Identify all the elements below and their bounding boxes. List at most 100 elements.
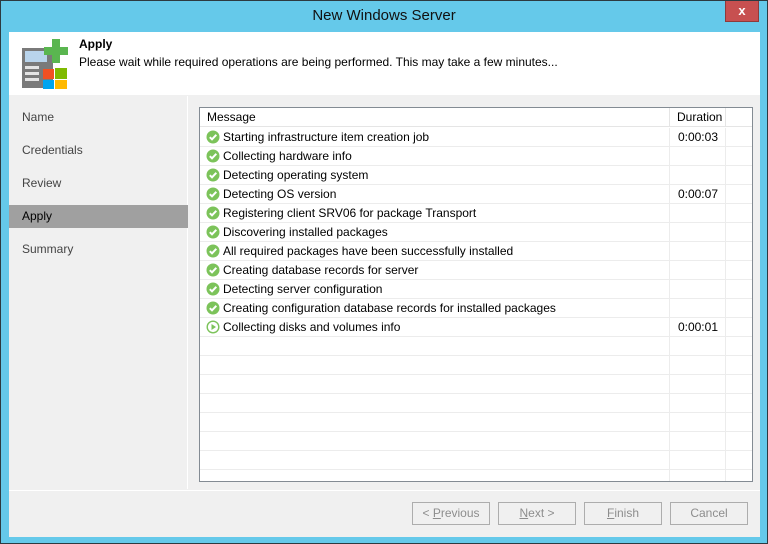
message-text: Creating configuration database records … <box>223 301 556 315</box>
duration-cell <box>670 280 726 298</box>
close-button[interactable]: x <box>725 1 759 22</box>
progress-log-table: Message Duration Starting infrastructure… <box>199 107 753 482</box>
cancel-button[interactable]: Cancel <box>670 502 748 525</box>
message-text: Collecting disks and volumes info <box>223 320 401 334</box>
message-cell: Creating configuration database records … <box>200 299 670 317</box>
duration-cell <box>670 413 726 431</box>
success-check-icon <box>206 206 220 220</box>
message-text: Detecting operating system <box>223 168 369 182</box>
message-text: Collecting hardware info <box>223 149 352 163</box>
footer-divider <box>9 490 760 491</box>
message-cell: Starting infrastructure item creation jo… <box>200 128 670 146</box>
step-header: Apply Please wait while required operati… <box>9 32 760 95</box>
column-header-duration[interactable]: Duration <box>670 108 726 127</box>
message-text: Detecting OS version <box>223 187 337 201</box>
table-row-empty <box>200 470 752 481</box>
duration-cell <box>670 337 726 355</box>
table-row[interactable]: Creating configuration database records … <box>200 299 752 318</box>
message-cell: Discovering installed packages <box>200 223 670 241</box>
duration-cell <box>670 242 726 260</box>
duration-cell <box>670 147 726 165</box>
duration-cell <box>670 299 726 317</box>
duration-cell <box>670 204 726 222</box>
message-text: Starting infrastructure item creation jo… <box>223 130 430 144</box>
duration-cell: 0:00:07 <box>670 185 726 203</box>
table-row[interactable]: Collecting hardware info <box>200 147 752 166</box>
message-cell <box>200 451 670 469</box>
message-text: All required packages have been successf… <box>223 244 514 258</box>
table-row-empty <box>200 451 752 470</box>
duration-cell <box>670 394 726 412</box>
wizard-steps-nav: Name Credentials Review Apply Summary <box>9 96 188 489</box>
next-button[interactable]: Next > <box>498 502 576 525</box>
duration-cell <box>670 375 726 393</box>
message-cell <box>200 432 670 450</box>
step-description: Please wait while required operations ar… <box>79 55 558 69</box>
message-cell: Collecting hardware info <box>200 147 670 165</box>
nav-item-review[interactable]: Review <box>9 172 188 195</box>
table-row-empty <box>200 356 752 375</box>
message-text: Registering client SRV06 for package Tra… <box>223 206 477 220</box>
table-header: Message Duration <box>200 108 752 127</box>
table-row[interactable]: All required packages have been successf… <box>200 242 752 261</box>
table-row-empty <box>200 413 752 432</box>
table-row-empty <box>200 432 752 451</box>
message-cell <box>200 337 670 355</box>
previous-button[interactable]: < Previous <box>412 502 490 525</box>
message-cell: Creating database records for server <box>200 261 670 279</box>
message-text: Creating database records for server <box>223 263 419 277</box>
nav-item-summary[interactable]: Summary <box>9 238 188 261</box>
new-windows-server-icon <box>22 39 68 89</box>
message-cell: Detecting operating system <box>200 166 670 184</box>
previous-label: revious <box>440 506 480 520</box>
message-cell <box>200 356 670 374</box>
success-check-icon <box>206 187 220 201</box>
title-bar[interactable]: New Windows Server x <box>1 1 767 32</box>
message-text: Discovering installed packages <box>223 225 388 239</box>
success-check-icon <box>206 225 220 239</box>
message-cell <box>200 394 670 412</box>
nav-item-name[interactable]: Name <box>9 106 188 129</box>
previous-mnemonic: P <box>432 506 441 520</box>
step-title: Apply <box>79 37 113 51</box>
duration-cell: 0:00:01 <box>670 318 726 336</box>
duration-cell <box>670 451 726 469</box>
table-row-empty <box>200 394 752 413</box>
duration-cell <box>670 470 726 481</box>
duration-cell <box>670 432 726 450</box>
wizard-body: Apply Please wait while required operati… <box>9 32 760 537</box>
success-check-icon <box>206 301 220 315</box>
success-check-icon <box>206 244 220 258</box>
message-cell: Registering client SRV06 for package Tra… <box>200 204 670 222</box>
message-cell: All required packages have been successf… <box>200 242 670 260</box>
table-row[interactable]: Registering client SRV06 for package Tra… <box>200 204 752 223</box>
success-check-icon <box>206 149 220 163</box>
wizard-window: New Windows Server x Apply Please wait w… <box>0 0 768 544</box>
table-row[interactable]: Creating database records for server <box>200 261 752 280</box>
next-label: ext > <box>528 506 555 520</box>
message-text: Detecting server configuration <box>223 282 383 296</box>
table-row[interactable]: Detecting operating system <box>200 166 752 185</box>
finish-button[interactable]: Finish <box>584 502 662 525</box>
column-header-message[interactable]: Message <box>200 108 670 127</box>
table-row[interactable]: Collecting disks and volumes info 0:00:01 <box>200 318 752 337</box>
previous-prefix: < <box>422 506 433 520</box>
nav-item-credentials[interactable]: Credentials <box>9 139 188 162</box>
table-row[interactable]: Detecting OS version 0:00:07 <box>200 185 752 204</box>
duration-cell <box>670 261 726 279</box>
message-cell <box>200 470 670 481</box>
next-mnemonic: N <box>519 506 529 520</box>
running-play-icon <box>206 320 220 334</box>
message-cell: Detecting OS version <box>200 185 670 203</box>
message-cell: Collecting disks and volumes info <box>200 318 670 336</box>
finish-label: inish <box>614 506 640 520</box>
table-row[interactable]: Starting infrastructure item creation jo… <box>200 128 752 147</box>
table-row[interactable]: Detecting server configuration <box>200 280 752 299</box>
table-row[interactable]: Discovering installed packages <box>200 223 752 242</box>
nav-item-apply[interactable]: Apply <box>9 205 188 228</box>
success-check-icon <box>206 282 220 296</box>
duration-cell <box>670 223 726 241</box>
duration-cell <box>670 356 726 374</box>
success-check-icon <box>206 168 220 182</box>
success-check-icon <box>206 263 220 277</box>
